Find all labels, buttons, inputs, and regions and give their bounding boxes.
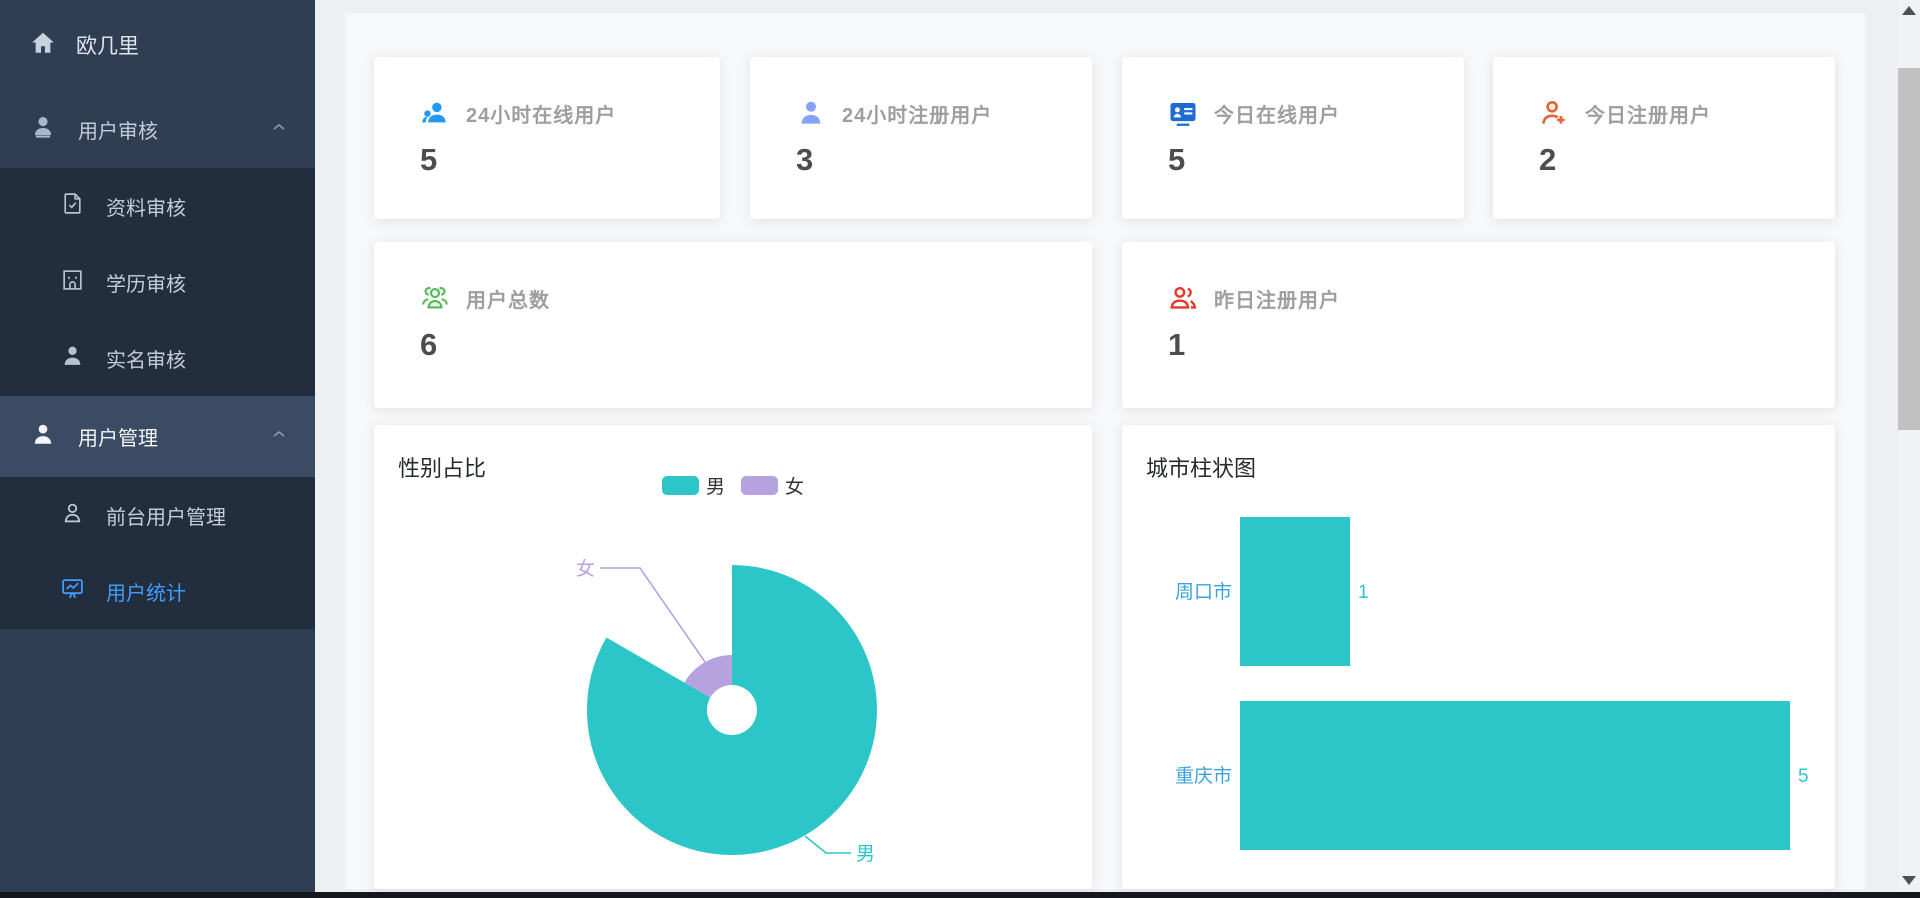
- vertical-scrollbar: [1898, 0, 1920, 892]
- sidebar-item-label: 学历审核: [106, 273, 186, 296]
- stat-value: 1: [1168, 327, 1186, 362]
- sidebar-item-label: 实名审核: [106, 349, 186, 372]
- stat-value: 5: [1168, 142, 1186, 177]
- sidebar-item-user-statistics[interactable]: 用户统计: [0, 553, 315, 629]
- submenu-user-audit: 资料审核 学历审核 实名审核: [0, 168, 315, 396]
- scroll-down-icon[interactable]: [1898, 870, 1920, 890]
- stat-card-online-today: 今日在线用户 5: [1122, 57, 1464, 219]
- sidebar-item-label: 用户统计: [106, 582, 186, 605]
- city-bar-card: 城市柱状图 周口市 1 重庆市 5: [1122, 425, 1835, 889]
- stat-card-registered-24h: 24小时注册用户 3: [750, 57, 1092, 219]
- sidebar-item-label: 资料审核: [106, 197, 186, 220]
- bar-axis-label-chongqing: 重庆市: [1175, 765, 1232, 787]
- scroll-up-icon[interactable]: [1898, 0, 1920, 20]
- stat-title: 24小时在线用户: [466, 104, 617, 127]
- bar-axis-label-zhoukou: 周口市: [1175, 581, 1232, 603]
- window-bottom-edge: [0, 892, 1920, 898]
- bar-chongqing[interactable]: [1240, 701, 1790, 850]
- stat-value: 6: [420, 327, 438, 362]
- stat-title: 24小时注册用户: [842, 104, 993, 127]
- content-wrapper: 24小时在线用户 5 24小时注册用户 3 今日在线用户 5 今日注册用户 2 …: [345, 13, 1865, 889]
- sidebar-section-user-management[interactable]: 用户管理: [0, 396, 315, 477]
- stat-card-registered-yesterday: 昨日注册用户 1: [1122, 242, 1835, 408]
- document-check-icon: [60, 191, 85, 221]
- dashboard-page: 欧几里 用户审核 资料审核 学历审核 实名审核 用户管理 前台用户管理 用户统计…: [0, 0, 1920, 898]
- gender-pie-chart: 女 男: [576, 558, 877, 865]
- sidebar: 欧几里 用户审核 资料审核 学历审核 实名审核 用户管理 前台用户管理 用户统计: [0, 0, 315, 892]
- main-content: 24小时在线用户 5 24小时注册用户 3 今日在线用户 5 今日注册用户 2 …: [315, 0, 1898, 892]
- home-icon: [30, 30, 56, 61]
- city-bar-chart: 周口市 1 重庆市 5: [1175, 517, 1809, 850]
- gender-pie-card: 性别占比 男 女 女 男: [374, 425, 1092, 889]
- stat-card-online-24h: 24小时在线用户 5: [374, 57, 720, 219]
- sidebar-section-label: 用户管理: [78, 428, 158, 450]
- bar-zhoukou[interactable]: [1240, 517, 1350, 666]
- stat-title: 今日在线用户: [1214, 104, 1340, 127]
- stat-card-registered-today: 今日注册用户 2: [1493, 57, 1835, 219]
- school-icon: [60, 267, 85, 297]
- user-periwinkle-icon: [796, 98, 826, 128]
- id-card-icon: [1168, 98, 1198, 128]
- pie-label-female: 女: [576, 558, 595, 580]
- user-solid-icon: [60, 343, 85, 373]
- pie-leader-line-male: [804, 835, 851, 854]
- users-blue-icon: [420, 98, 450, 128]
- pie-label-male: 男: [856, 844, 875, 865]
- stat-value: 5: [420, 142, 438, 177]
- stat-card-total-users: 用户总数 6: [374, 242, 1092, 408]
- bar-value-chongqing: 5: [1798, 766, 1809, 787]
- chevron-up-icon: [269, 117, 289, 142]
- user-outline-icon: [60, 500, 85, 530]
- stat-title: 今日注册用户: [1585, 104, 1711, 127]
- sidebar-section-label: 用户审核: [78, 120, 158, 143]
- sidebar-item-education-audit[interactable]: 学历审核: [0, 244, 315, 320]
- stat-title: 昨日注册用户: [1214, 289, 1340, 312]
- chevron-up-icon: [269, 424, 289, 449]
- users-red-icon: [1168, 283, 1198, 313]
- sidebar-logo[interactable]: 欧几里: [0, 0, 315, 90]
- sidebar-section-user-audit[interactable]: 用户审核: [0, 90, 315, 168]
- pie-slice-male[interactable]: [586, 565, 877, 855]
- stat-value: 2: [1539, 142, 1557, 177]
- bar-value-zhoukou: 1: [1358, 582, 1369, 603]
- sidebar-item-front-user-management[interactable]: 前台用户管理: [0, 477, 315, 553]
- stat-title: 用户总数: [466, 289, 550, 312]
- user-badge-icon: [30, 114, 56, 145]
- sidebar-item-data-audit[interactable]: 资料审核: [0, 168, 315, 244]
- submenu-user-management: 前台用户管理 用户统计: [0, 477, 315, 629]
- users-green-icon: [420, 283, 450, 313]
- user-plus-icon: [1539, 98, 1569, 128]
- stat-value: 3: [796, 142, 814, 177]
- scrollbar-thumb[interactable]: [1898, 68, 1920, 430]
- sidebar-item-realname-audit[interactable]: 实名审核: [0, 320, 315, 396]
- user-white-icon: [30, 421, 56, 452]
- chart-board-icon: [60, 576, 85, 606]
- sidebar-item-label: 前台用户管理: [106, 506, 226, 529]
- logo-title: 欧几里: [76, 35, 139, 58]
